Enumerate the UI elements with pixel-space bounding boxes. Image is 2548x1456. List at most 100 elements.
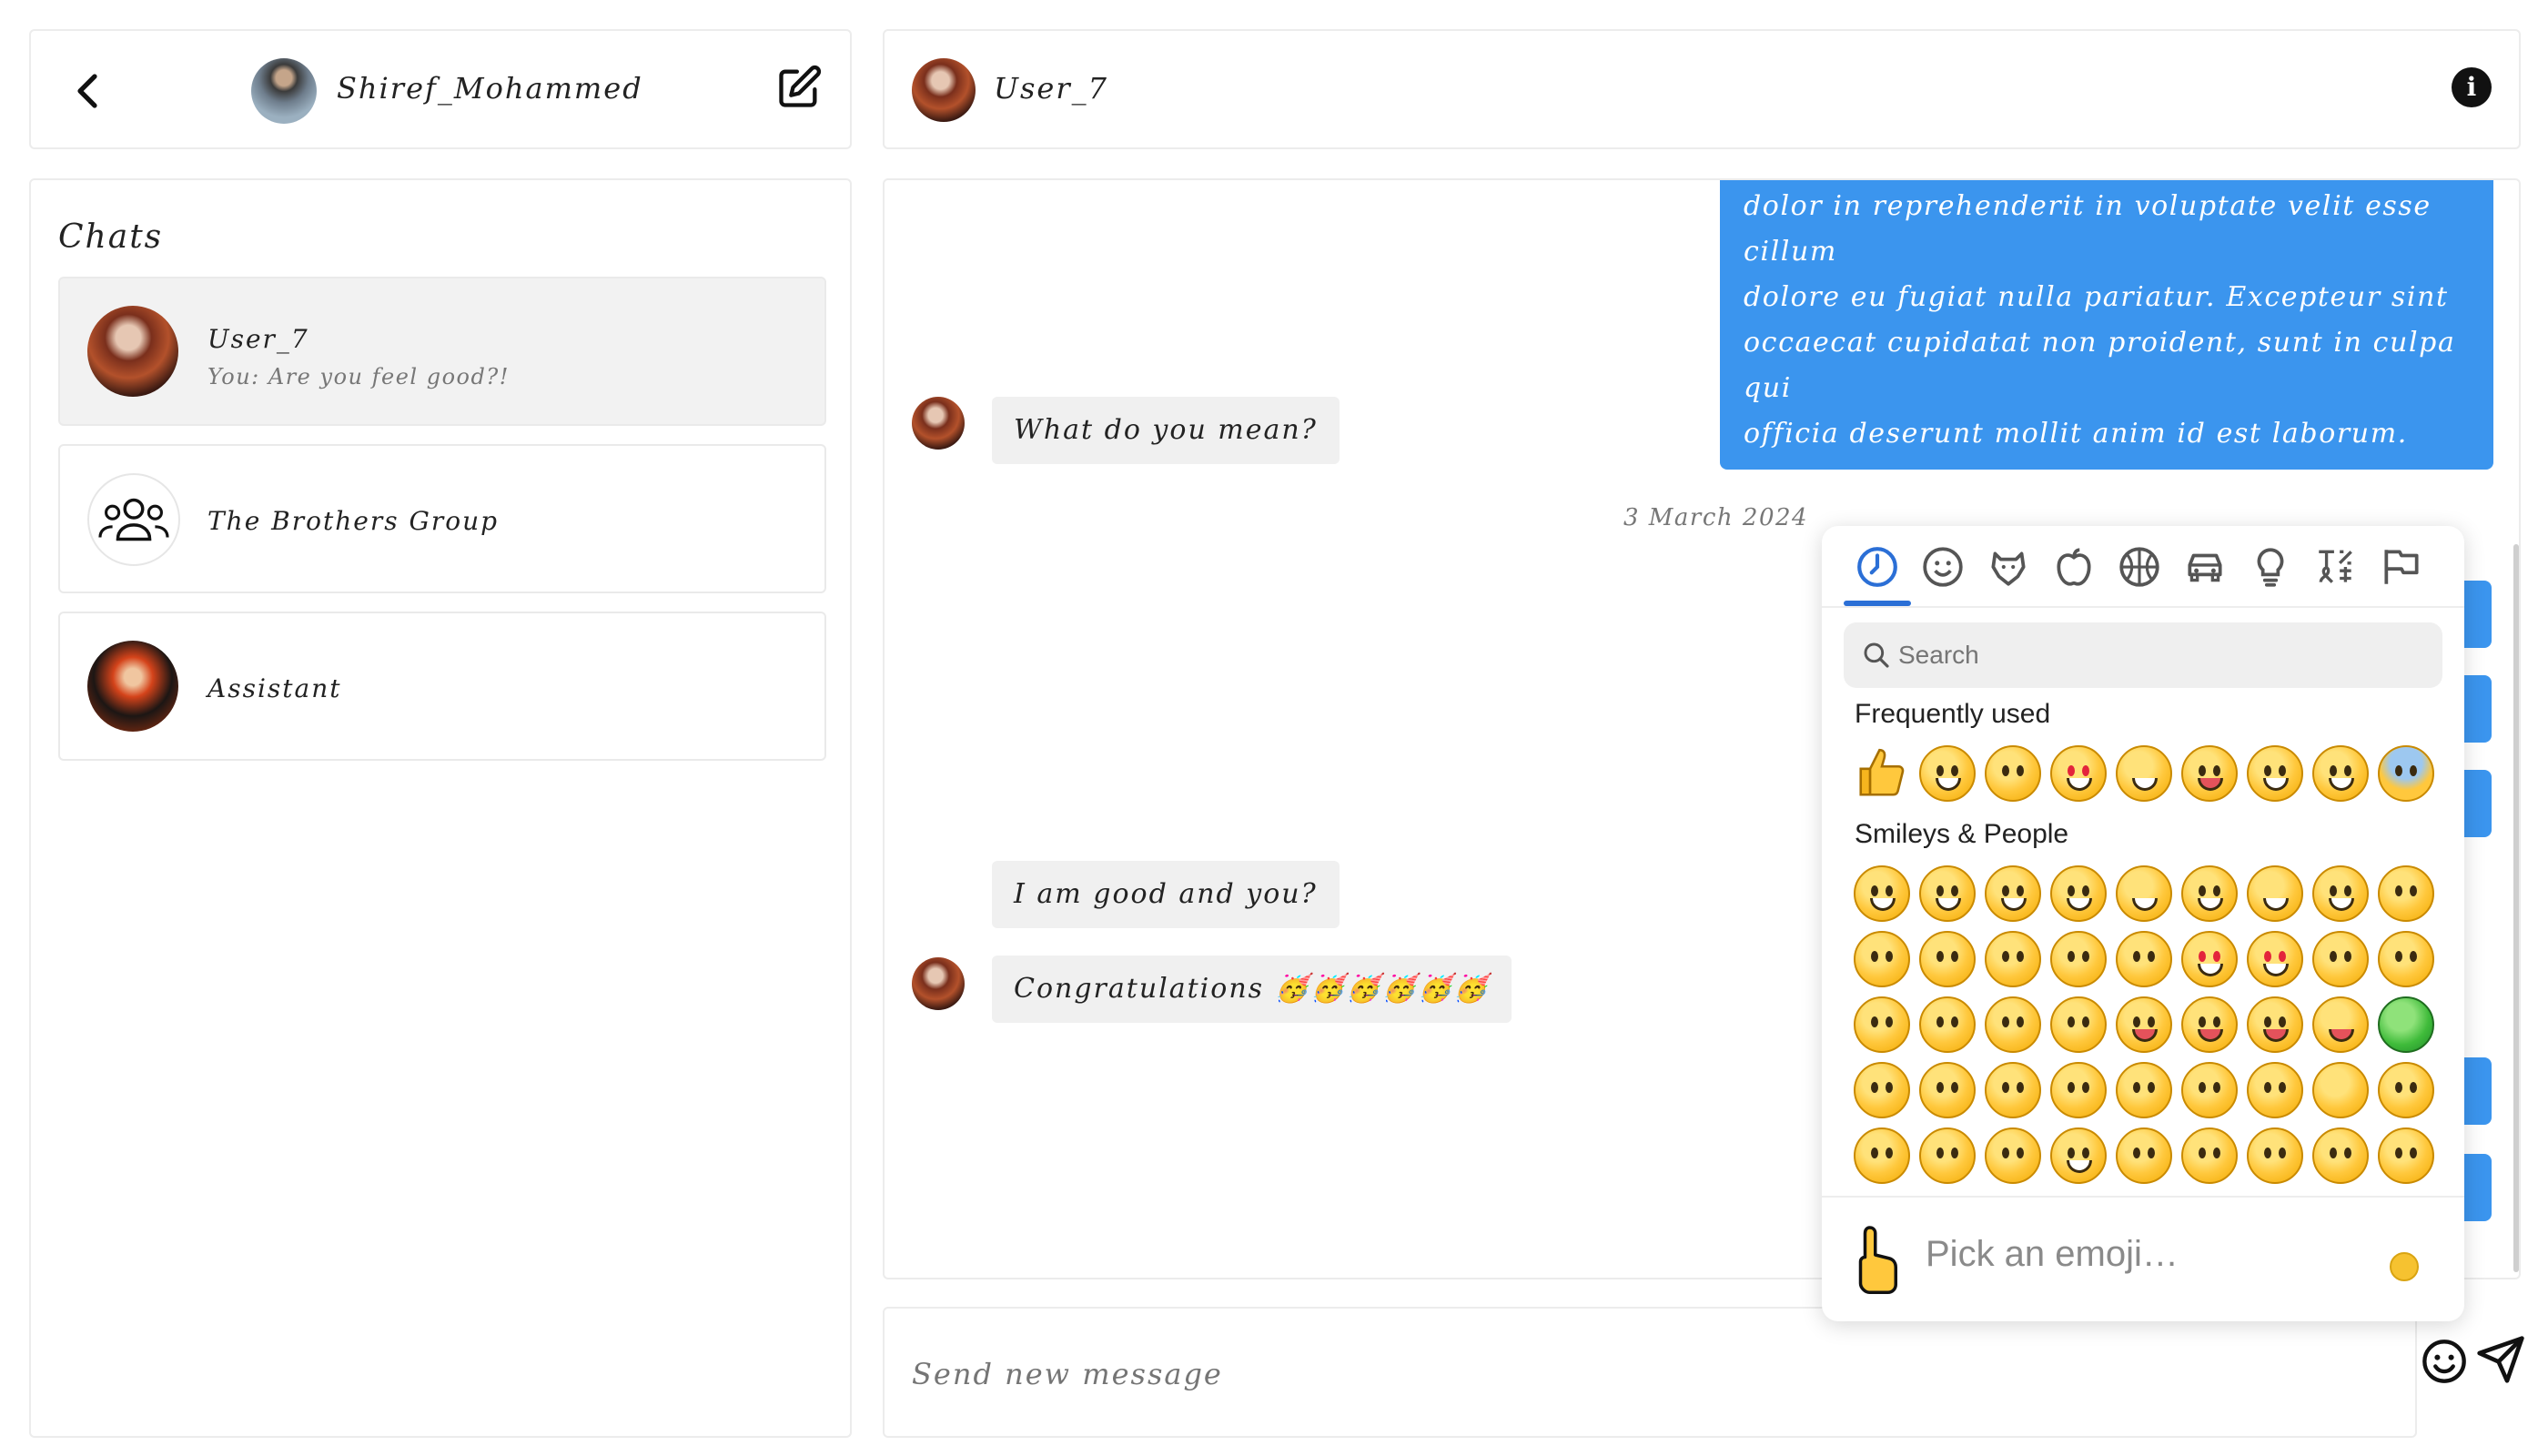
emoji-preview-bar: Pick an emoji…: [1822, 1196, 2464, 1321]
sweat-smile-emoji[interactable]: [2181, 865, 2238, 922]
emoji-category-tabs: [1822, 526, 2464, 608]
slight-smile-emoji[interactable]: [2378, 865, 2434, 922]
emoji-search: [1844, 622, 2442, 688]
kissing-smiling-eyes-emoji[interactable]: [1985, 996, 2041, 1053]
animal-icon[interactable]: [1986, 544, 2031, 590]
upside-down-emoji[interactable]: [1854, 931, 1910, 987]
send-icon[interactable]: [2475, 1334, 2526, 1385]
unamused-emoji[interactable]: [1919, 1127, 1976, 1184]
info-icon[interactable]: i: [2452, 67, 2492, 107]
contact-avatar[interactable]: [912, 58, 976, 122]
chat-item-assistant[interactable]: Assistant: [58, 612, 826, 761]
thumbs-up-emoji[interactable]: [1854, 745, 1910, 802]
thinking-emoji[interactable]: [2050, 1062, 2107, 1118]
my-avatar[interactable]: [251, 58, 317, 124]
emoji-preview-text: Pick an emoji…: [1926, 1234, 2179, 1274]
kissing-closed-eyes-emoji[interactable]: [1919, 996, 1976, 1053]
star-struck-emoji[interactable]: [2247, 931, 2303, 987]
joy-emoji[interactable]: [2312, 865, 2369, 922]
smirk-emoji[interactable]: [1854, 1127, 1910, 1184]
emoji-button-icon[interactable]: [2421, 1338, 2468, 1385]
yum-emoji[interactable]: [2050, 996, 2107, 1053]
group-avatar: [87, 473, 180, 566]
squinting-emoji[interactable]: [2116, 745, 2172, 802]
message-input[interactable]: [912, 1345, 2186, 1403]
money-mouth-emoji[interactable]: [2378, 996, 2434, 1053]
sleepy-emoji[interactable]: [2312, 1127, 2369, 1184]
no-mouth-emoji[interactable]: [2378, 1062, 2434, 1118]
rofl-emoji[interactable]: [2247, 865, 2303, 922]
wink-emoji[interactable]: [1919, 931, 1976, 987]
category-label-frequent: Frequently used: [1855, 699, 2051, 729]
eye-roll-emoji[interactable]: [1985, 1127, 2041, 1184]
smile-emoji[interactable]: [1985, 865, 2041, 922]
scrollbar[interactable]: [2513, 544, 2519, 1272]
profile-header: Shiref_Mohammed: [29, 29, 852, 149]
message-line: officia deserunt mollit anim id est labo…: [1744, 418, 2408, 450]
blush-emoji[interactable]: [1985, 931, 2041, 987]
kissing-emoji[interactable]: [1985, 745, 2041, 802]
category-label-smileys: Smileys & People: [1855, 819, 2069, 849]
lying-emoji[interactable]: [2116, 1127, 2172, 1184]
laughing-emoji[interactable]: [2116, 865, 2172, 922]
chat-item-user7[interactable]: User_7 You: Are you feel good?!: [58, 277, 826, 426]
outgoing-message: dolor in reprehenderit in voluptate veli…: [1720, 180, 2493, 470]
zany-emoji[interactable]: [2247, 996, 2303, 1053]
incoming-message: Congratulations 🥳🥳🥳🥳🥳🥳: [992, 956, 1512, 1023]
sweat-smile-emoji[interactable]: [2247, 745, 2303, 802]
expressionless-emoji[interactable]: [2312, 1062, 2369, 1118]
back-arrow-icon[interactable]: [67, 69, 111, 113]
relaxed-emoji[interactable]: [1854, 996, 1910, 1053]
sender-avatar: [912, 957, 965, 1010]
hand-over-mouth-emoji[interactable]: [1919, 1062, 1976, 1118]
smiley-emoji[interactable]: [1919, 865, 1976, 922]
hugging-emoji[interactable]: [1854, 1062, 1910, 1118]
raised-eyebrow-emoji[interactable]: [2181, 1062, 2238, 1118]
travel-icon[interactable]: [2182, 544, 2228, 590]
zipper-mouth-emoji[interactable]: [2116, 1062, 2172, 1118]
clock-icon[interactable]: [1855, 544, 1900, 590]
message-line: dolore eu fugiat nulla pariatur. Excepte…: [1744, 281, 2449, 313]
scream-emoji[interactable]: [2378, 745, 2434, 802]
symbols-icon[interactable]: [2313, 544, 2359, 590]
avatar: [87, 641, 178, 732]
edit-icon[interactable]: [775, 64, 823, 111]
food-icon[interactable]: [2051, 544, 2097, 590]
innocent-emoji[interactable]: [2050, 931, 2107, 987]
smiley-icon[interactable]: [1920, 544, 1966, 590]
my-username: Shiref_Mohammed: [337, 71, 643, 106]
pointing-finger-icon: [1858, 1226, 1897, 1294]
chat-item-brothers-group[interactable]: The Brothers Group: [58, 444, 826, 593]
emoji-picker: Frequently used Smileys & People: [1822, 526, 2464, 1321]
avatar: [87, 306, 178, 397]
message-line: dolor in reprehenderit in voluptate veli…: [1744, 190, 2432, 268]
joy-emoji[interactable]: [2312, 745, 2369, 802]
winking-tongue-emoji[interactable]: [2181, 996, 2238, 1053]
heart-eyes-emoji[interactable]: [2050, 745, 2107, 802]
chats-title: Chats: [58, 218, 164, 256]
flags-icon[interactable]: [2379, 544, 2424, 590]
chat-list-panel: Chats User_7 You: Are you feel good?! Th…: [29, 178, 852, 1438]
pensive-emoji[interactable]: [2247, 1127, 2303, 1184]
kissing-heart-emoji[interactable]: [2312, 931, 2369, 987]
squinting-tongue-emoji[interactable]: [2312, 996, 2369, 1053]
grinning-emoji[interactable]: [1919, 745, 1976, 802]
activity-icon[interactable]: [2117, 544, 2162, 590]
emoji-search-input[interactable]: [1898, 622, 2426, 688]
winking-tongue-emoji[interactable]: [2181, 745, 2238, 802]
grimacing-emoji[interactable]: [2050, 1127, 2107, 1184]
drooling-emoji[interactable]: [2378, 1127, 2434, 1184]
relieved-emoji[interactable]: [2181, 1127, 2238, 1184]
chat-item-name: User_7: [207, 324, 309, 354]
neutral-emoji[interactable]: [2247, 1062, 2303, 1118]
heart-eyes-emoji[interactable]: [2181, 931, 2238, 987]
kissing-emoji[interactable]: [2378, 931, 2434, 987]
tongue-emoji[interactable]: [2116, 996, 2172, 1053]
skin-tone-selector[interactable]: [2390, 1252, 2419, 1281]
objects-icon[interactable]: [2248, 544, 2293, 590]
smiling-hearts-emoji[interactable]: [2116, 931, 2172, 987]
message-line: occaecat cupidatat non proident, sunt in…: [1744, 327, 2456, 404]
grin-emoji[interactable]: [2050, 865, 2107, 922]
shushing-emoji[interactable]: [1985, 1062, 2041, 1118]
grinning-emoji[interactable]: [1854, 865, 1910, 922]
